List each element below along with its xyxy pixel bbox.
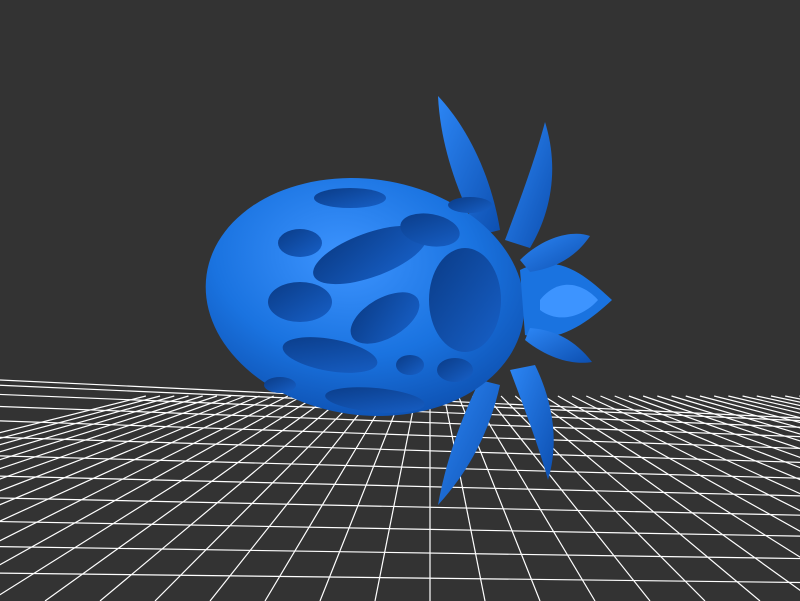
3d-viewport[interactable]	[0, 0, 800, 601]
grid-line-column	[264, 395, 388, 601]
grid-line-column	[486, 395, 651, 601]
grid-line-row	[0, 475, 800, 497]
grid-line-row	[0, 572, 800, 584]
grid-line-column	[557, 395, 800, 532]
3d-model[interactable]	[190, 96, 612, 505]
leaf-top-right	[505, 122, 553, 248]
leaf-bottom-right	[510, 365, 554, 480]
grid-line-column	[571, 395, 800, 512]
grid-line-column	[209, 395, 374, 601]
grid-line-column	[600, 395, 800, 481]
grid-line-column	[319, 395, 403, 601]
grid-line-row	[0, 546, 800, 560]
grid-line-column	[44, 395, 331, 601]
grid-line-column	[99, 395, 346, 601]
grid-line-row	[0, 497, 800, 516]
grid-line-column	[374, 395, 417, 601]
scene-canvas[interactable]	[0, 0, 800, 601]
grid-line-column	[529, 395, 800, 591]
